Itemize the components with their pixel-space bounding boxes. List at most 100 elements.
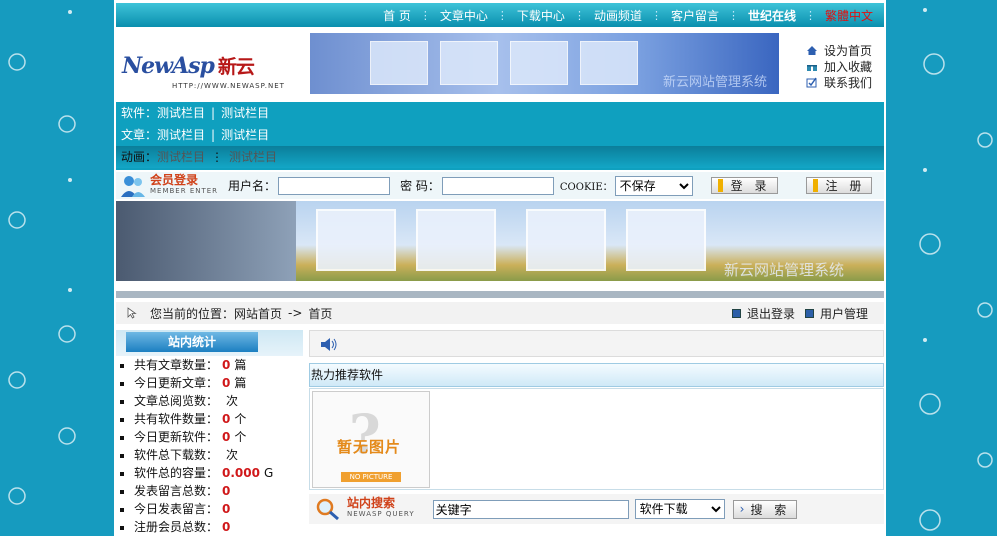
- square-bullet-icon: [804, 308, 814, 318]
- category-row-animation: 动画：测试栏目 ⋮ 测试栏目: [116, 146, 884, 168]
- site-stats-header: 站内统计: [116, 330, 303, 356]
- category-row-software: 软件：测试栏目 | 测试栏目: [116, 102, 884, 124]
- bullet-icon: [120, 363, 124, 368]
- username-input[interactable]: [278, 176, 391, 195]
- bullet-icon: [120, 471, 124, 476]
- search-button[interactable]: › 搜 索: [732, 499, 798, 519]
- stat-value: 0: [222, 376, 231, 390]
- category-label: 软件：: [121, 106, 158, 120]
- banner-screenshot: [316, 209, 396, 271]
- login-button[interactable]: 登 录: [710, 177, 778, 194]
- nav-animation[interactable]: 动画频道: [585, 7, 651, 24]
- stat-label: 今日发表留言：: [134, 502, 219, 516]
- category-label: 文章：: [121, 128, 158, 142]
- nav-downloads[interactable]: 下载中心: [508, 7, 574, 24]
- stat-item: 文章总阅览数： 次: [120, 392, 303, 410]
- banner-watermark: 新云网站管理系统: [662, 75, 767, 90]
- stat-value: 0: [222, 520, 231, 534]
- user-links: 退出登录 用户管理: [722, 305, 868, 322]
- stat-label: 共有软件数量：: [134, 412, 219, 426]
- checklist-icon: [806, 77, 817, 87]
- stat-item: 今日更新文章： 0 篇: [120, 374, 303, 392]
- stat-value: 0: [222, 358, 231, 372]
- stat-label: 软件总下载数：: [134, 448, 219, 462]
- no-picture-en: NO PICTURE: [341, 472, 401, 482]
- breadcrumb: 您当前的位置： 网站首页 -> 首页 退出登录 用户管理: [116, 302, 884, 324]
- nav-traditional-chinese[interactable]: 繁體中文: [816, 7, 882, 24]
- category-link[interactable]: 测试栏目: [157, 150, 205, 164]
- stat-unit: 篇: [234, 358, 247, 372]
- stat-item: 注册会员总数： 0: [120, 518, 303, 536]
- members-icon: [121, 175, 145, 197]
- user-manage-link[interactable]: 用户管理: [820, 305, 868, 322]
- divider-bar: [116, 291, 884, 298]
- category-link[interactable]: 测试栏目: [229, 150, 277, 164]
- category-label: 动画：: [121, 150, 158, 164]
- quick-links: 设为首页 加入收藏 联系我们: [806, 42, 872, 90]
- stat-value: 0: [222, 484, 231, 498]
- logout-link[interactable]: 退出登录: [747, 305, 795, 322]
- stat-value: 0.000: [222, 466, 260, 480]
- breadcrumb-prefix: 您当前的位置：: [150, 306, 235, 321]
- cookie-select[interactable]: 不保存: [614, 175, 693, 196]
- site-search-heading: 站内搜索: [347, 496, 396, 510]
- site-stats-list: 共有文章数量： 0 篇今日更新文章： 0 篇文章总阅览数：次共有软件数量： 0 个今日更新软…: [116, 356, 303, 536]
- category-link[interactable]: 测试栏目: [157, 128, 205, 142]
- top-nav: 首 页 ⋮ 文章中心 ⋮ 下载中心 ⋮ 动画频道 ⋮ 客户留言 ⋮ 世纪在线 ⋮…: [116, 3, 884, 27]
- stat-item: 软件总的容量： 0.000 G: [120, 464, 303, 482]
- password-input[interactable]: [441, 176, 554, 195]
- contact-us-link[interactable]: 联系我们: [806, 74, 872, 90]
- register-button[interactable]: 注 册: [805, 177, 873, 194]
- register-button-label: 注 册: [825, 179, 866, 193]
- search-type-select[interactable]: 软件下载: [634, 499, 725, 519]
- category-separator: |: [211, 106, 216, 120]
- gift-icon: [807, 61, 817, 71]
- header-banner: 新云网站管理系统: [310, 33, 779, 94]
- no-picture-placeholder[interactable]: ? 暂无图片 NO PICTURE: [312, 391, 430, 488]
- stat-unit: 个: [234, 430, 247, 444]
- banner-screenshot: [416, 209, 496, 271]
- banner-screenshot: [580, 41, 638, 85]
- page-container: 首 页 ⋮ 文章中心 ⋮ 下载中心 ⋮ 动画频道 ⋮ 客户留言 ⋮ 世纪在线 ⋮…: [114, 0, 886, 536]
- stat-label: 软件总的容量：: [134, 466, 219, 480]
- add-favorite-label: 加入收藏: [824, 59, 873, 74]
- breadcrumb-home[interactable]: 网站首页: [234, 305, 282, 322]
- banner-screenshot: [370, 41, 428, 85]
- set-homepage-label: 设为首页: [824, 43, 873, 58]
- site-search-subheading: NEWASP QUERY: [347, 510, 415, 518]
- logo-main-text: NewAsp: [122, 53, 215, 79]
- nav-separator: ⋮: [573, 8, 585, 22]
- stat-label: 文章总阅览数：: [134, 394, 219, 408]
- stat-unit: 次: [226, 394, 239, 408]
- login-button-label: 登 录: [730, 179, 771, 193]
- add-favorite-link[interactable]: 加入收藏: [806, 58, 872, 74]
- nav-online[interactable]: 世纪在线: [739, 7, 805, 24]
- stat-label: 今日更新文章：: [134, 376, 219, 390]
- category-link[interactable]: 测试栏目: [221, 106, 269, 120]
- search-button-label: 搜 索: [750, 502, 791, 517]
- site-logo[interactable]: NewAsp 新云: [122, 52, 255, 79]
- category-link[interactable]: 测试栏目: [157, 106, 205, 120]
- logo-cn-text: 新云: [217, 56, 255, 78]
- bullet-icon: [120, 489, 124, 494]
- nav-home[interactable]: 首 页: [374, 7, 420, 24]
- nav-guestbook[interactable]: 客户留言: [662, 7, 728, 24]
- breadcrumb-arrow: ->: [288, 306, 303, 320]
- stat-unit: 篇: [234, 376, 247, 390]
- stat-label: 共有文章数量：: [134, 358, 219, 372]
- button-marker: [717, 179, 723, 192]
- site-search-bar: 站内搜索 NEWASP QUERY 软件下载 › 搜 索: [309, 494, 884, 524]
- search-input[interactable]: [432, 499, 629, 519]
- category-link[interactable]: 测试栏目: [221, 128, 269, 142]
- set-homepage-link[interactable]: 设为首页: [806, 42, 872, 58]
- stat-item: 今日更新软件： 0 个: [120, 428, 303, 446]
- banner-photo: [116, 201, 296, 281]
- bullet-icon: [120, 417, 124, 422]
- stat-unit: 次: [226, 448, 239, 462]
- category-separator: |: [211, 128, 216, 142]
- nav-articles[interactable]: 文章中心: [431, 7, 497, 24]
- home-icon: [807, 45, 817, 55]
- stat-value: 0: [222, 502, 231, 516]
- banner-screenshot: [526, 209, 606, 271]
- site-search-title: 站内搜索 NEWASP QUERY: [347, 496, 415, 520]
